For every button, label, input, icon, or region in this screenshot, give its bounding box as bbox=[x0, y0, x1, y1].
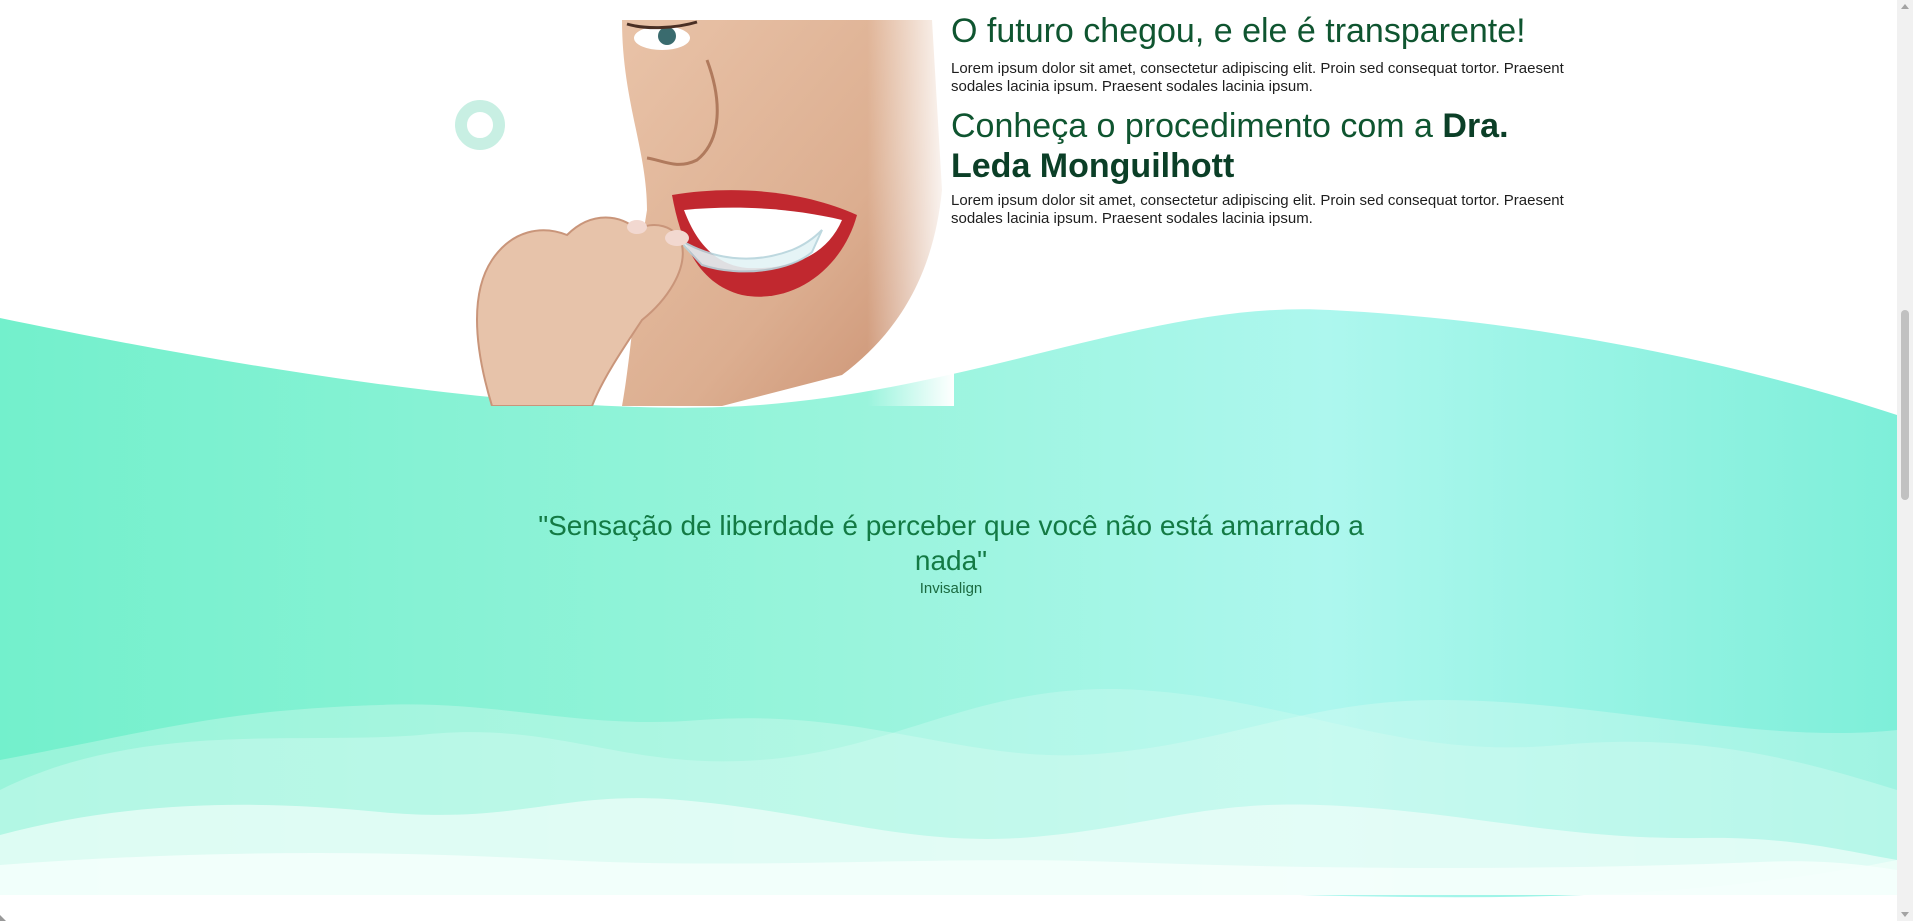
scroll-down-arrow-icon[interactable] bbox=[1901, 912, 1909, 917]
hero-title: O futuro chegou, e ele é transparente! bbox=[951, 12, 1526, 50]
procedure-heading-prefix: Conheça o procedimento com a bbox=[951, 107, 1443, 145]
scroll-thumb[interactable] bbox=[1901, 310, 1909, 500]
procedure-heading: Conheça o procedimento com a Dra. Leda M… bbox=[951, 106, 1571, 186]
corner-mark bbox=[0, 915, 6, 921]
woman-holding-aligner-photo bbox=[472, 20, 954, 406]
hero-content: O futuro chegou, e ele é transparente! L… bbox=[951, 8, 1571, 228]
testimonial-quote: "Sensação de liberdade é perceber que vo… bbox=[538, 510, 1364, 576]
landing-page: O futuro chegou, e ele é transparente! L… bbox=[0, 0, 1913, 921]
hero-paragraph: Lorem ipsum dolor sit amet, consectetur … bbox=[951, 60, 1564, 95]
testimonial-author: Invisalign bbox=[919, 580, 983, 597]
scroll-up-arrow-icon[interactable] bbox=[1901, 4, 1909, 9]
procedure-paragraph: Lorem ipsum dolor sit amet, consectetur … bbox=[951, 192, 1564, 227]
testimonial: "Sensação de liberdade é perceber que vo… bbox=[520, 508, 1382, 597]
page-scrollbar[interactable] bbox=[1897, 0, 1913, 921]
